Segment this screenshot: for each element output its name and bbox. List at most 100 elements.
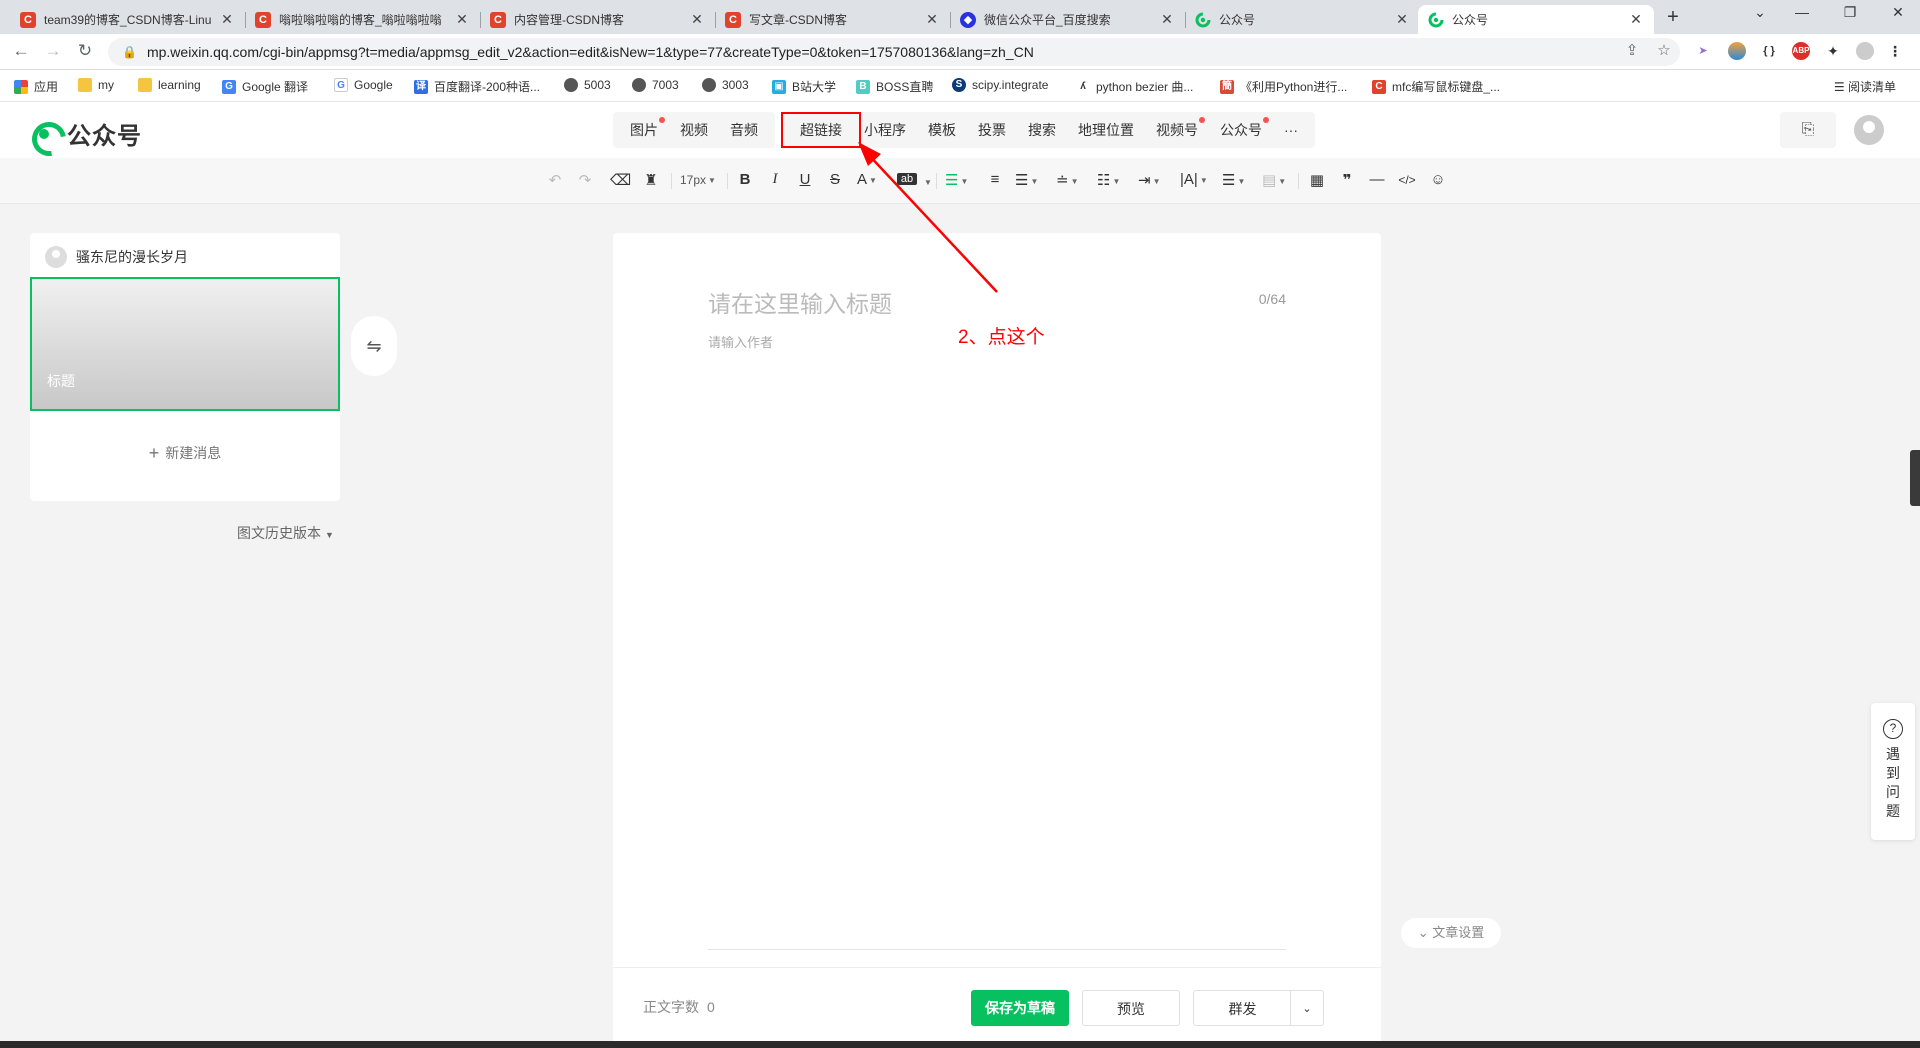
bookmark-python-bezier[interactable]: ʎ python bezier 曲...	[1076, 78, 1193, 95]
mass-send-dropdown[interactable]: ⌄	[1290, 990, 1324, 1026]
more-insert-button[interactable]: ···	[1273, 122, 1309, 138]
browser-tab[interactable]: C team39的博客_CSDN博客-Linu ✕	[10, 5, 245, 34]
share-icon[interactable]: ⇪	[1622, 41, 1642, 59]
bookmark-scipy[interactable]: Sscipy.integrate	[952, 78, 1048, 92]
text-indent-icon[interactable]: ⇥ ▼	[1138, 171, 1161, 189]
highlight-color-icon[interactable]: ab	[897, 173, 917, 185]
bookmark-python-book[interactable]: 簡《利用Python进行...	[1220, 78, 1347, 95]
insert-location-button[interactable]: 地理位置	[1067, 120, 1145, 140]
bookmark-star-icon[interactable]: ☆	[1654, 41, 1674, 59]
bookmark-google[interactable]: G Google	[334, 78, 393, 92]
strikethrough-icon[interactable]: S	[825, 171, 845, 188]
insert-vote-button[interactable]: 投票	[967, 120, 1017, 140]
letter-spacing-icon[interactable]: |A| ▼	[1180, 171, 1208, 188]
reading-list[interactable]: ☰ 阅读清单	[1834, 78, 1896, 95]
new-message-button[interactable]: + 新建消息	[30, 443, 340, 464]
side-drawer-handle[interactable]	[1910, 450, 1920, 506]
exit-editor-button[interactable]: ⎘	[1780, 112, 1836, 148]
swap-panel-button[interactable]: ⇋	[351, 316, 397, 376]
table-icon[interactable]: ▦	[1307, 171, 1327, 189]
help-widget[interactable]: ? 遇 到 问 题	[1871, 703, 1915, 840]
bookmark-folder-my[interactable]: my	[78, 78, 114, 92]
json-extension-icon[interactable]: { }	[1760, 42, 1778, 60]
clear-format-icon[interactable]: ⌫	[610, 171, 631, 189]
extension-icon[interactable]	[1728, 42, 1746, 60]
bookmark-boss[interactable]: B BOSS直聘	[856, 78, 933, 95]
profile-icon[interactable]	[1856, 42, 1874, 60]
browser-tab-active[interactable]: 公众号 ✕	[1418, 5, 1654, 34]
divider-icon[interactable]: —	[1367, 171, 1387, 188]
puzzle-extensions-icon[interactable]: ✦	[1824, 42, 1842, 60]
preview-button[interactable]: 预览	[1082, 990, 1180, 1026]
author-input[interactable]: 请输入作者	[708, 332, 773, 351]
float-icon[interactable]: ▤ ▼	[1262, 171, 1286, 189]
paragraph-spacing-icon[interactable]: ≐ ▼	[1056, 171, 1079, 189]
article-settings-button[interactable]: ⌄ 文章设置	[1401, 918, 1501, 948]
bold-icon[interactable]: B	[735, 171, 755, 188]
save-draft-button[interactable]: 保存为草稿	[971, 990, 1069, 1026]
font-color-icon[interactable]: A ▼	[857, 171, 877, 188]
first-line-indent-icon[interactable]: ☰ ▼	[1015, 171, 1038, 189]
adblock-icon[interactable]: ABP	[1792, 42, 1810, 60]
browser-tab[interactable]: C 内容管理-CSDN博客 ✕	[480, 5, 715, 34]
close-tab-icon[interactable]: ✕	[924, 11, 940, 28]
italic-icon[interactable]: I	[765, 171, 785, 188]
close-tab-icon[interactable]: ✕	[454, 11, 470, 28]
browser-tab[interactable]: C 写文章-CSDN博客 ✕	[715, 5, 950, 34]
chrome-menu-icon[interactable]: ⋮	[1886, 42, 1904, 60]
browser-tab[interactable]: C 嗡啦嗡啦嗡的博客_嗡啦嗡啦嗡 ✕	[245, 5, 480, 34]
code-icon[interactable]: </>	[1397, 173, 1417, 187]
bookmark-bilibili[interactable]: ▣ B站大学	[772, 78, 836, 95]
forward-arrow-icon[interactable]: →	[42, 41, 64, 61]
avatar[interactable]	[1854, 115, 1884, 145]
close-tab-icon[interactable]: ✕	[1628, 11, 1644, 28]
cursor-extension-icon[interactable]: ➤	[1694, 42, 1712, 60]
insert-channels-button[interactable]: 视频号	[1145, 117, 1209, 140]
close-tab-icon[interactable]: ✕	[219, 11, 235, 28]
article-cover-card[interactable]: 标题	[30, 277, 340, 411]
bookmark-baidu-translate[interactable]: 译百度翻译-200种语...	[414, 78, 540, 95]
bookmark-apps[interactable]: 应用	[14, 78, 58, 95]
insert-template-button[interactable]: 模板	[917, 120, 967, 140]
underline-icon[interactable]: U	[795, 171, 815, 188]
insert-audio-button[interactable]: 音频	[719, 120, 769, 140]
tab-search-chevron-icon[interactable]: ⌄	[1740, 4, 1780, 21]
reload-icon[interactable]: ↻	[74, 41, 96, 61]
browser-tab[interactable]: ◆ 微信公众平台_百度搜索 ✕	[950, 5, 1185, 34]
bookmark-3003[interactable]: 3003	[702, 78, 749, 92]
mass-send-button[interactable]: 群发	[1193, 990, 1291, 1026]
insert-official-account-button[interactable]: 公众号	[1209, 117, 1273, 140]
minimize-icon[interactable]: —	[1782, 4, 1822, 20]
history-versions-dropdown[interactable]: 图文历史版本 ▼	[237, 523, 334, 543]
bookmark-mfc[interactable]: Cmfc编写鼠标键盘_...	[1372, 78, 1500, 95]
close-tab-icon[interactable]: ✕	[689, 11, 705, 28]
quote-icon[interactable]: ❞	[1337, 171, 1357, 189]
insert-video-button[interactable]: 视频	[669, 120, 719, 140]
line-height-icon[interactable]: ☷ ▼	[1097, 171, 1120, 189]
align-left-icon[interactable]: ☰ ▼	[945, 171, 968, 189]
bookmark-google-translate[interactable]: G Google 翻译	[222, 78, 308, 95]
close-tab-icon[interactable]: ✕	[1394, 11, 1410, 28]
format-painter-icon[interactable]: ♜	[641, 171, 661, 189]
insert-miniprogram-button[interactable]: 小程序	[853, 120, 917, 140]
app-logo[interactable]: 公众号	[29, 116, 142, 151]
insert-hyperlink-button[interactable]: 超链接	[781, 112, 861, 148]
bookmark-5003[interactable]: 5003	[564, 78, 611, 92]
browser-tab[interactable]: 公众号 ✕	[1185, 5, 1420, 34]
insert-image-button[interactable]: 图片	[619, 117, 669, 140]
insert-search-button[interactable]: 搜索	[1017, 120, 1067, 140]
back-arrow-icon[interactable]: ←	[10, 41, 32, 61]
close-window-icon[interactable]: ✕	[1878, 4, 1918, 21]
undo-icon[interactable]: ↶	[545, 171, 565, 189]
url-input[interactable]: 🔒 mp.weixin.qq.com/cgi-bin/appmsg?t=medi…	[108, 38, 1680, 66]
bookmark-folder-learning[interactable]: learning	[138, 78, 201, 92]
close-tab-icon[interactable]: ✕	[1159, 11, 1175, 28]
redo-icon[interactable]: ↷	[575, 171, 595, 189]
new-tab-icon[interactable]: +	[1661, 6, 1685, 29]
list-icon[interactable]: ☰ ▼	[1222, 171, 1245, 189]
restore-icon[interactable]: ❐	[1830, 4, 1870, 21]
title-input[interactable]: 请在这里输入标题	[708, 285, 892, 319]
bookmark-7003[interactable]: 7003	[632, 78, 679, 92]
font-size-select[interactable]: 17px ▼	[680, 173, 716, 187]
indent-icon[interactable]: ≡	[985, 171, 1005, 188]
